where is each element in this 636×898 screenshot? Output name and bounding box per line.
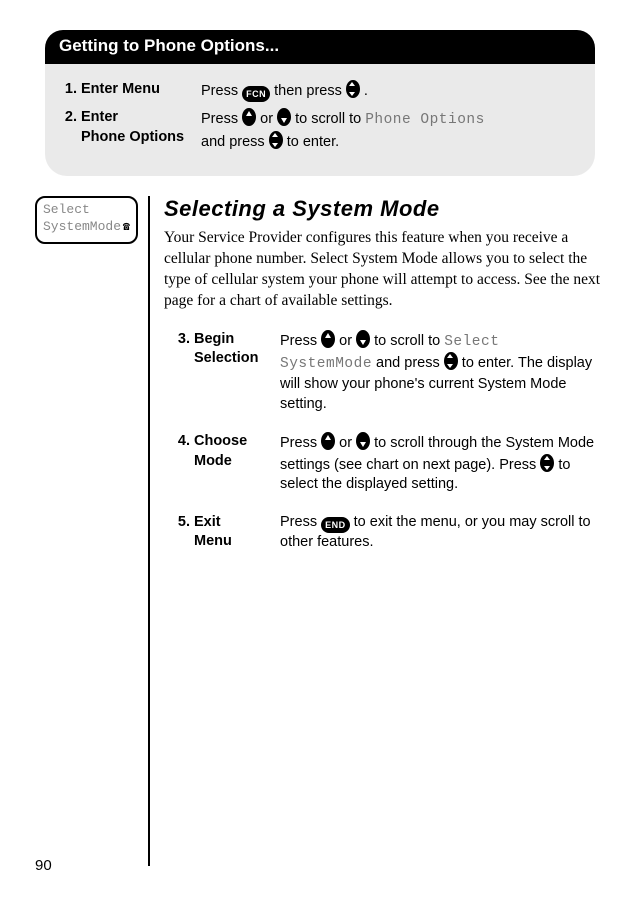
step-label: Exit Menu bbox=[194, 513, 280, 553]
phone-options-body: 1. Enter Menu Press FCN then press . 2. … bbox=[45, 64, 595, 176]
text: Press bbox=[201, 83, 242, 99]
display-line: Select bbox=[43, 202, 130, 219]
page-number: 90 bbox=[35, 857, 52, 874]
step-label: Choose Mode bbox=[194, 432, 280, 495]
text: Begin bbox=[194, 331, 234, 347]
end-key-icon: END bbox=[321, 517, 350, 533]
text: Selection bbox=[194, 350, 258, 366]
section-title: Selecting a System Mode bbox=[164, 196, 601, 222]
text: or bbox=[339, 435, 356, 451]
text: . bbox=[364, 83, 368, 99]
section-intro: Your Service Provider configures this fe… bbox=[164, 228, 601, 312]
up-key-icon bbox=[242, 108, 256, 126]
text: and press bbox=[201, 134, 269, 150]
text: Press bbox=[280, 333, 321, 349]
content-column: Selecting a System Mode Your Service Pro… bbox=[148, 196, 601, 866]
lcd-text: SystemMode bbox=[280, 356, 372, 372]
step-label: Enter Phone Options bbox=[81, 108, 201, 152]
step-number: 2. bbox=[59, 108, 81, 152]
updown-key-icon bbox=[269, 131, 283, 149]
text: Phone Options bbox=[81, 129, 184, 145]
updown-key-icon bbox=[540, 454, 554, 472]
text: or bbox=[260, 111, 277, 127]
opt-step-2: 2. Enter Phone Options Press or to scrol… bbox=[59, 108, 581, 152]
step-label: Begin Selection bbox=[194, 330, 280, 414]
step-3: 3. Begin Selection Press or to scroll to… bbox=[164, 330, 601, 414]
text: or bbox=[339, 333, 356, 349]
up-key-icon bbox=[321, 330, 335, 348]
display-line: SystemMode bbox=[43, 219, 121, 236]
down-key-icon bbox=[277, 108, 291, 126]
phone-display-preview: Select SystemMode ☎ bbox=[35, 196, 138, 244]
text: Press bbox=[201, 111, 242, 127]
down-key-icon bbox=[356, 330, 370, 348]
lcd-text: Phone Options bbox=[365, 112, 485, 128]
side-column: Select SystemMode ☎ bbox=[35, 196, 148, 866]
phone-options-header: Getting to Phone Options... bbox=[45, 30, 595, 64]
manual-page: Getting to Phone Options... 1. Enter Men… bbox=[0, 0, 636, 898]
step-4: 4. Choose Mode Press or to scroll throug… bbox=[164, 432, 601, 495]
text: Choose bbox=[194, 433, 247, 449]
step-desc: Press END to exit the menu, or you may s… bbox=[280, 513, 601, 553]
phone-options-box: Getting to Phone Options... 1. Enter Men… bbox=[45, 30, 595, 176]
step-desc: Press FCN then press . bbox=[201, 80, 581, 102]
step-number: 3. bbox=[164, 330, 194, 414]
text: Mode bbox=[194, 453, 232, 469]
text: then press bbox=[274, 83, 346, 99]
lcd-text: Select bbox=[444, 334, 499, 350]
text: Menu bbox=[194, 533, 232, 549]
text: to scroll to bbox=[374, 333, 444, 349]
fcn-key-icon: FCN bbox=[242, 86, 270, 102]
step-number: 5. bbox=[164, 513, 194, 553]
up-key-icon bbox=[321, 432, 335, 450]
step-desc: Press or to scroll to Select SystemMode … bbox=[280, 330, 601, 414]
step-5: 5. Exit Menu Press END to exit the menu,… bbox=[164, 513, 601, 553]
down-key-icon bbox=[356, 432, 370, 450]
step-desc: Press or to scroll through the System Mo… bbox=[280, 432, 601, 495]
step-desc: Press or to scroll to Phone Options and … bbox=[201, 108, 581, 152]
step-number: 1. bbox=[59, 80, 81, 102]
opt-step-1: 1. Enter Menu Press FCN then press . bbox=[59, 80, 581, 102]
main-columns: Select SystemMode ☎ Selecting a System M… bbox=[35, 196, 601, 866]
updown-key-icon bbox=[444, 352, 458, 370]
text: Enter bbox=[81, 109, 118, 125]
text: Press bbox=[280, 435, 321, 451]
text: to enter. bbox=[287, 134, 339, 150]
step-label: Enter Menu bbox=[81, 80, 201, 102]
text: and press bbox=[376, 355, 444, 371]
text: Press bbox=[280, 514, 321, 530]
phone-icon: ☎ bbox=[123, 220, 130, 236]
text: to scroll to bbox=[295, 111, 365, 127]
text: Exit bbox=[194, 514, 221, 530]
step-number: 4. bbox=[164, 432, 194, 495]
updown-key-icon bbox=[346, 80, 360, 98]
